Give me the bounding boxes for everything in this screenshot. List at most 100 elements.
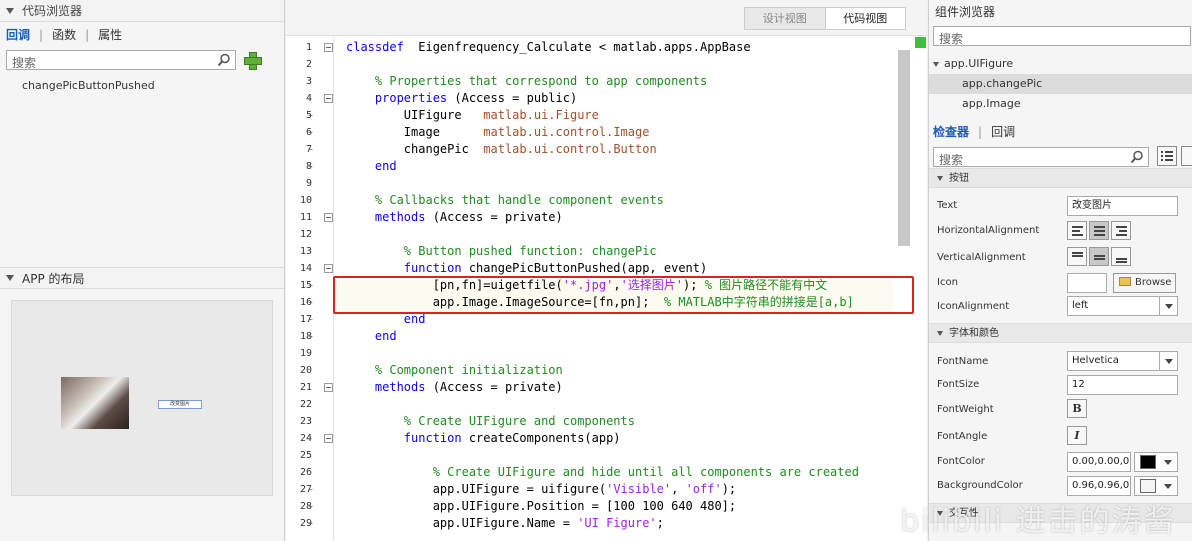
tab-inspector[interactable]: 检查器 <box>933 123 969 140</box>
list-view-icon[interactable] <box>1157 146 1177 166</box>
code-line[interactable]: changePic matlab.ui.control.Button <box>346 141 657 158</box>
code-line[interactable]: properties (Access = public) <box>346 90 577 107</box>
code-line[interactable]: UIFigure matlab.ui.Figure <box>346 107 599 124</box>
code-token: changePicButtonPushed(app, event) <box>461 261 708 275</box>
bold-icon[interactable]: B <box>1067 399 1087 418</box>
breakpoint-marker[interactable]: – <box>308 498 314 515</box>
code-line[interactable]: % Create UIFigure and components <box>346 413 635 430</box>
code-line[interactable]: function createComponents(app) <box>346 430 621 447</box>
code-line[interactable]: app.UIFigure = uifigure('Visible', 'off'… <box>346 481 736 498</box>
code-token: end <box>374 159 397 173</box>
code-line[interactable]: % Component initialization <box>346 362 563 379</box>
section-font-color[interactable]: 字体和颜色 <box>929 323 1192 343</box>
add-callback-icon[interactable] <box>244 52 262 70</box>
code-line[interactable]: Image matlab.ui.control.Image <box>346 124 650 141</box>
tab-callbacks[interactable]: 回调 <box>6 26 30 43</box>
fontsize-field[interactable]: 12 <box>1067 375 1178 395</box>
text-field[interactable]: 改变图片 <box>1067 196 1178 216</box>
expand-triangle-icon[interactable] <box>933 62 939 67</box>
code-editor: 设计视图 代码视图 1 2 3 4 5–6–7–8–9 10 11 12 13 14 15–16–1… <box>286 0 927 541</box>
align-right-icon[interactable] <box>1111 221 1131 240</box>
align-center-icon[interactable] <box>1089 221 1109 240</box>
tab-code-view[interactable]: 代码视图 <box>824 8 905 29</box>
prop-label-fontangle: FontAngle <box>937 431 988 442</box>
code-analyzer-status-icon[interactable] <box>915 37 926 48</box>
chevron-down-icon[interactable] <box>1159 352 1177 370</box>
breakpoint-marker[interactable]: – <box>308 481 314 498</box>
right-panel: 组件浏览器 搜索 app.UIFigure app.changePic app.… <box>928 0 1192 541</box>
tab-functions[interactable]: 函数 <box>52 26 76 43</box>
code-browser-search-input[interactable]: 搜索 <box>6 50 236 70</box>
chevron-down-icon[interactable] <box>1159 297 1177 315</box>
breakpoint-marker[interactable]: – <box>308 124 314 141</box>
breakpoint-marker[interactable]: – <box>308 311 314 328</box>
section-button[interactable]: 按钮 <box>929 168 1192 188</box>
breakpoint-marker[interactable]: – <box>308 277 314 294</box>
code-token: function <box>403 431 462 445</box>
component-browser-title: 组件浏览器 <box>935 5 996 19</box>
tree-item-image[interactable]: app.Image <box>929 94 1192 114</box>
breakpoint-marker[interactable]: – <box>308 107 314 124</box>
collapse-triangle-icon[interactable] <box>937 331 943 336</box>
inspector-search-input[interactable]: 搜索 <box>933 147 1149 167</box>
vertical-scrollbar[interactable] <box>898 50 910 246</box>
code-line[interactable]: methods (Access = private) <box>346 209 563 226</box>
chevron-down-icon[interactable] <box>1159 477 1177 495</box>
fold-toggle-icon[interactable] <box>324 264 333 273</box>
select-value: left <box>1072 300 1089 311</box>
code-line[interactable]: app.UIFigure.Position = [100 100 640 480… <box>346 498 736 515</box>
collapse-triangle-icon[interactable] <box>6 7 14 14</box>
italic-icon[interactable]: I <box>1067 426 1087 445</box>
tab-design-view[interactable]: 设计视图 <box>745 8 825 29</box>
code-line[interactable]: % Properties that correspond to app comp… <box>346 73 707 90</box>
fontcolor-picker[interactable] <box>1134 452 1178 472</box>
code-token: end <box>374 329 397 343</box>
code-line[interactable]: function changePicButtonPushed(app, even… <box>346 260 707 277</box>
code-line[interactable]: app.UIFigure.Name = 'UI Figure'; <box>346 515 664 532</box>
code-line[interactable]: classdef Eigenfrequency_Calculate < matl… <box>346 39 751 56</box>
browse-button[interactable]: Browse <box>1113 273 1176 293</box>
collapse-triangle-icon[interactable] <box>6 275 14 281</box>
breakpoint-marker[interactable]: – <box>308 158 314 175</box>
bgcolor-field[interactable]: 0.96,0.96,0.9 <box>1067 476 1131 496</box>
breakpoint-marker[interactable]: – <box>308 294 314 311</box>
fold-toggle-icon[interactable] <box>324 43 333 52</box>
breakpoint-marker[interactable]: – <box>308 141 314 158</box>
fold-toggle-icon[interactable] <box>324 213 333 222</box>
bgcolor-picker[interactable] <box>1134 476 1178 496</box>
code-line[interactable]: end <box>346 158 397 175</box>
fontcolor-field[interactable]: 0.00,0.00,0.0 <box>1067 452 1131 472</box>
chevron-down-icon[interactable] <box>1159 453 1177 471</box>
code-line[interactable]: % Create UIFigure and hide until all com… <box>346 464 859 481</box>
fold-toggle-icon[interactable] <box>324 383 333 392</box>
code-line[interactable]: methods (Access = private) <box>346 379 563 396</box>
valign-middle-icon[interactable] <box>1089 247 1109 266</box>
preview-image <box>61 377 129 429</box>
line-number: 11 <box>299 212 312 223</box>
iconalign-select[interactable]: left <box>1067 296 1178 316</box>
list-item[interactable]: changePicButtonPushed <box>22 79 284 92</box>
icon-path-field[interactable] <box>1067 273 1107 293</box>
tree-item-uifigure[interactable]: app.UIFigure <box>929 54 1192 74</box>
valign-bottom-icon[interactable] <box>1111 247 1131 266</box>
valign-top-icon[interactable] <box>1067 247 1087 266</box>
fold-toggle-icon[interactable] <box>324 434 333 443</box>
breakpoint-marker[interactable]: – <box>308 328 314 345</box>
fontname-select[interactable]: Helvetica <box>1067 351 1178 371</box>
align-left-icon[interactable] <box>1067 221 1087 240</box>
code-line[interactable]: % Button pushed function: changePic <box>346 243 657 260</box>
code-token: matlab.ui.control.Button <box>483 142 657 156</box>
breakpoint-marker[interactable]: – <box>308 515 314 532</box>
tab-properties[interactable]: 属性 <box>98 26 122 43</box>
component-search-input[interactable]: 搜索 <box>933 26 1191 46</box>
tree-item-changepic[interactable]: app.changePic <box>929 74 1192 94</box>
fold-toggle-icon[interactable] <box>324 94 333 103</box>
app-layout-header[interactable]: APP 的布局 <box>0 267 284 289</box>
tab-callbacks[interactable]: 回调 <box>991 123 1015 140</box>
code-browser-header[interactable]: 代码浏览器 <box>0 0 284 22</box>
sort-az-icon[interactable] <box>1181 146 1192 166</box>
code-line[interactable]: % Callbacks that handle component events <box>346 192 664 209</box>
code-line[interactable]: end <box>346 328 397 345</box>
collapse-triangle-icon[interactable] <box>937 176 943 181</box>
